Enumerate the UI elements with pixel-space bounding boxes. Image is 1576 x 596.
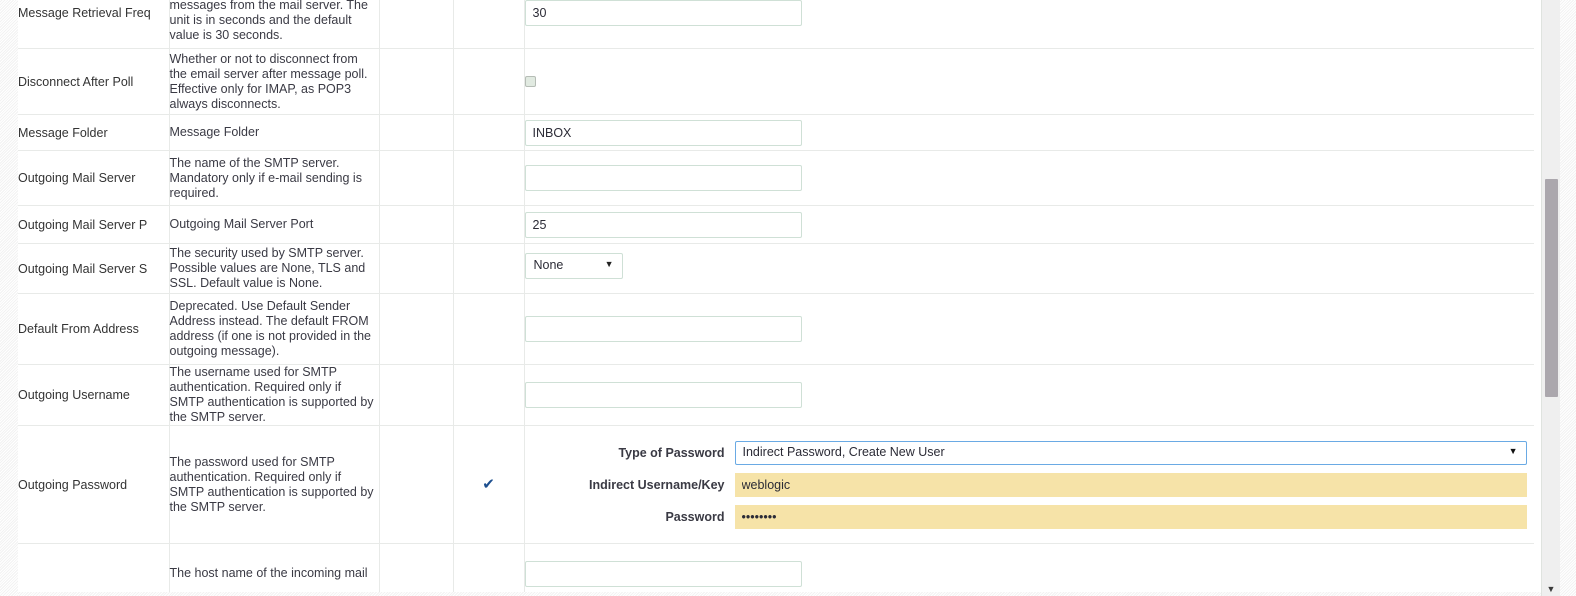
row-value-cell: None ▼ xyxy=(524,243,1534,294)
row-name: Outgoing Mail Server P xyxy=(18,205,170,244)
row-description: The frequency with which to retrieve mes… xyxy=(169,0,380,49)
row-value-cell xyxy=(524,0,1534,49)
scroll-down-arrow-icon[interactable]: ▼ xyxy=(1542,585,1560,594)
table-row: Default From Address Deprecated. Use Def… xyxy=(18,293,1534,365)
row-blank-column xyxy=(379,48,454,115)
row-required-check xyxy=(453,150,525,206)
row-value-cell xyxy=(524,48,1534,115)
row-required-check xyxy=(453,114,525,151)
scrollbar-thumb[interactable] xyxy=(1545,179,1558,397)
row-description: The host name of the incoming mail xyxy=(169,543,380,596)
disconnect-after-poll-checkbox[interactable] xyxy=(524,75,536,87)
row-description: Whether or not to disconnect from the em… xyxy=(169,48,380,115)
vertical-scrollbar[interactable]: ▼ xyxy=(1541,0,1560,596)
table-row: Outgoing Mail Server P Outgoing Mail Ser… xyxy=(18,205,1534,244)
default-from-address-input[interactable] xyxy=(524,316,802,342)
outgoing-username-input[interactable] xyxy=(524,382,802,408)
row-value-cell xyxy=(524,205,1534,244)
outgoing-mail-server-port-input[interactable] xyxy=(524,211,802,238)
row-required-check xyxy=(453,205,525,244)
row-required-check xyxy=(453,364,525,426)
incoming-mail-host-input[interactable] xyxy=(524,560,802,587)
row-blank-column xyxy=(379,243,454,294)
type-of-password-select[interactable]: Indirect Password, Create New User ▼ xyxy=(734,440,1527,465)
row-required-check xyxy=(453,48,525,115)
row-name: Outgoing Mail Server S xyxy=(18,243,170,294)
row-name xyxy=(18,543,170,596)
chevron-down-icon: ▼ xyxy=(1508,445,1518,456)
indirect-username-label: Indirect Username/Key xyxy=(589,477,725,492)
bottom-hatched-gutter xyxy=(18,592,1542,596)
row-value-cell xyxy=(524,114,1534,151)
row-description: The security used by SMTP server. Possib… xyxy=(169,243,380,294)
row-blank-column xyxy=(379,114,454,151)
row-blank-column xyxy=(379,150,454,206)
row-required-check xyxy=(453,293,525,365)
row-description: Deprecated. Use Default Sender Address i… xyxy=(169,293,380,365)
chevron-down-icon: ▼ xyxy=(604,259,614,269)
message-folder-input[interactable] xyxy=(524,119,802,146)
row-blank-column xyxy=(379,0,454,49)
select-value: None xyxy=(533,258,564,272)
row-name: Outgoing Mail Server xyxy=(18,150,170,206)
row-description: The password used for SMTP authenticatio… xyxy=(169,425,380,544)
configuration-table-body: Message Retrieval Freq The frequency wit… xyxy=(18,0,1534,596)
row-required-check xyxy=(453,0,525,49)
type-of-password-value: Indirect Password, Create New User xyxy=(742,444,945,459)
row-name: Disconnect After Poll xyxy=(18,48,170,115)
row-name: Message Folder xyxy=(18,114,170,151)
table-row: Outgoing Password The password used for … xyxy=(18,425,1535,544)
table-row: Message Folder Message Folder xyxy=(18,114,1534,151)
row-description: Outgoing Mail Server Port xyxy=(169,205,380,244)
table-row: Outgoing Username The username used for … xyxy=(18,364,1534,426)
row-required-check xyxy=(453,243,525,294)
row-value-cell xyxy=(524,150,1534,206)
password-input[interactable] xyxy=(734,504,1527,529)
row-required-check xyxy=(453,543,525,596)
row-value-cell xyxy=(524,293,1534,365)
row-description: Message Folder xyxy=(169,114,380,151)
indirect-username-input[interactable] xyxy=(734,472,1527,497)
row-value-cell xyxy=(524,543,1534,596)
row-blank-column xyxy=(379,543,454,596)
table-row: Message Retrieval Freq The frequency wit… xyxy=(18,0,1534,49)
row-blank-column xyxy=(379,293,454,365)
message-retrieval-frequency-input[interactable] xyxy=(524,0,802,26)
type-of-password-row: Type of Password Indirect Password, Crea… xyxy=(525,440,1535,465)
row-description: The username used for SMTP authenticatio… xyxy=(169,364,380,426)
config-table-viewport: Message Retrieval Freq The frequency wit… xyxy=(18,0,1542,596)
table-row: Disconnect After Poll Whether or not to … xyxy=(18,48,1534,115)
password-subform: Type of Password Indirect Password, Crea… xyxy=(525,435,1535,535)
table-row: Outgoing Mail Server The name of the SMT… xyxy=(18,150,1534,206)
row-required-check: ✔ xyxy=(453,425,525,544)
indirect-username-row: Indirect Username/Key xyxy=(525,472,1535,497)
row-value-cell xyxy=(524,364,1534,426)
row-blank-column xyxy=(379,205,454,244)
password-label: Password xyxy=(665,509,725,524)
row-name: Outgoing Password xyxy=(18,425,170,544)
outgoing-mail-server-input[interactable] xyxy=(524,165,802,191)
table-row: The host name of the incoming mail xyxy=(18,543,1534,596)
configuration-table: Message Retrieval Freq The frequency wit… xyxy=(18,0,1534,596)
row-blank-column xyxy=(379,425,454,544)
table-row: Outgoing Mail Server S The security used… xyxy=(18,243,1534,294)
password-row: Password xyxy=(525,504,1535,529)
row-blank-column xyxy=(379,364,454,426)
outgoing-mail-server-security-select[interactable]: None ▼ xyxy=(524,253,623,279)
left-hatched-gutter xyxy=(0,0,18,596)
row-name: Message Retrieval Freq xyxy=(18,0,170,49)
row-name: Default From Address xyxy=(18,293,170,365)
row-value-cell: Type of Password Indirect Password, Crea… xyxy=(524,425,1535,544)
type-of-password-label: Type of Password xyxy=(618,445,725,460)
right-hatched-gutter xyxy=(1560,0,1576,596)
row-name: Outgoing Username xyxy=(18,364,170,426)
row-description: The name of the SMTP server. Mandatory o… xyxy=(169,150,380,206)
